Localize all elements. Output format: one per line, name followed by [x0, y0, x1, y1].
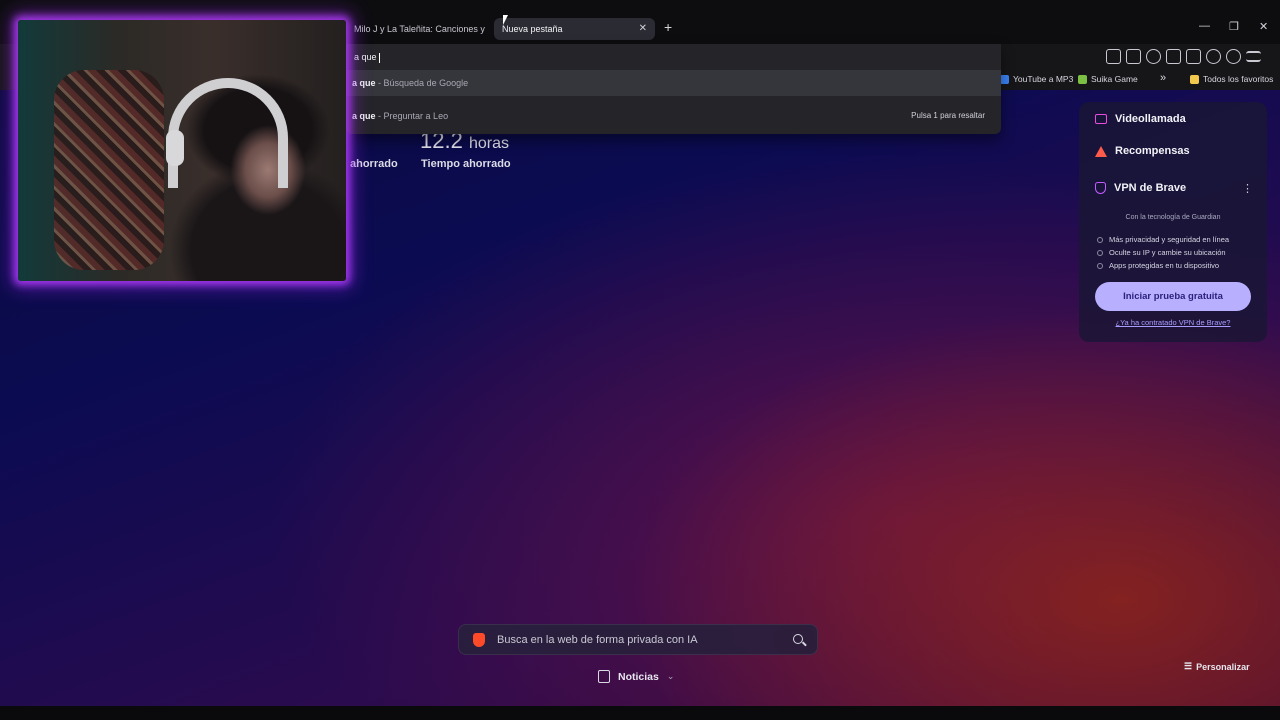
bookmark-favicon-icon	[1000, 74, 1009, 84]
vpn-title: VPN de Brave	[1114, 182, 1187, 194]
suggestion-ask-leo[interactable]: a que - Preguntar a Leo Pulsa 1 para res…	[346, 103, 1001, 129]
maximize-icon[interactable]: ❐	[1229, 20, 1239, 33]
video-camera-icon	[1095, 114, 1107, 124]
search-icon[interactable]	[793, 634, 803, 644]
vpn-feature-text: Más privacidad y seguridad en línea	[1109, 235, 1230, 244]
rewards-link[interactable]: Recompensas	[1095, 145, 1190, 157]
brave-side-panel: Videollamada Recompensas VPN de Brave ⋮ …	[1079, 102, 1267, 342]
media-icon[interactable]	[1146, 49, 1161, 64]
new-tab-icon[interactable]: +	[664, 19, 672, 35]
rewards-label: Recompensas	[1115, 145, 1190, 157]
omnibox-dropdown: a que a que - Búsqueda de Google a que -…	[346, 44, 1001, 134]
stat-label-time-saved: Tiempo ahorrado	[421, 158, 511, 170]
check-circle-icon	[1097, 249, 1103, 256]
vpn-shield-icon	[1095, 182, 1106, 194]
check-circle-icon	[1097, 262, 1103, 269]
address-bar-text: a que	[354, 52, 377, 62]
minimize-icon[interactable]: —	[1199, 20, 1210, 32]
address-bar-input[interactable]: a que	[346, 44, 1001, 70]
menu-icon[interactable]	[1246, 51, 1261, 62]
customize-button[interactable]: ☰ Personalizar	[1184, 661, 1250, 672]
tab-title: Milo J y La Taleñita: Canciones y Mon	[354, 24, 486, 34]
bookmark-all-favorites[interactable]: Todos los favoritos	[1190, 74, 1273, 84]
videocall-label: Videollamada	[1115, 113, 1186, 125]
time-saved-unit: horas	[468, 135, 509, 152]
vpn-header: VPN de Brave	[1095, 182, 1186, 194]
vpn-feature: Apps protegidas en tu dispositivo	[1097, 261, 1219, 270]
list-icon: ☰	[1184, 661, 1193, 671]
bookmark-youtube-mp3[interactable]: YouTube a MP3	[1000, 74, 1073, 84]
stat-label-saved: ahorrado	[350, 158, 398, 170]
bookmark-suika-game[interactable]: Suika Game	[1078, 74, 1138, 84]
bookmark-label: YouTube a MP3	[1013, 74, 1074, 84]
newspaper-icon	[598, 670, 610, 683]
rewards-triangle-icon	[1095, 145, 1107, 157]
toolbar-icons	[1106, 49, 1261, 64]
vpn-powered-by: Con la tecnología de Guardian	[1125, 214, 1221, 221]
headphones	[168, 78, 288, 188]
suggestion-query: a que	[352, 111, 376, 121]
vpn-feature-text: Apps protegidas en tu dispositivo	[1109, 261, 1220, 270]
chevron-down-icon: ⌄	[666, 671, 675, 681]
mouse-cursor-icon	[503, 15, 508, 25]
suggestion-query: a que	[352, 78, 376, 88]
text-caret	[378, 52, 380, 63]
private-search-box	[458, 624, 818, 655]
wallet-icon[interactable]	[1186, 49, 1201, 64]
customize-label: Personalizar	[1196, 661, 1250, 672]
videocall-link[interactable]: Videollamada	[1095, 113, 1186, 125]
close-tab-icon[interactable]: ✕	[639, 18, 647, 40]
screenshot-icon[interactable]	[1126, 49, 1141, 64]
vpn-feature: Más privacidad y seguridad en línea	[1097, 235, 1229, 244]
vpn-feature-text: Oculte su IP y cambie su ubicación	[1109, 248, 1226, 257]
search-input[interactable]	[497, 631, 777, 649]
brave-logo-icon	[473, 633, 485, 647]
suggestion-detail: - Búsqueda de Google	[378, 78, 469, 88]
headphone-cup	[166, 130, 184, 166]
check-circle-icon	[1097, 236, 1103, 243]
vpn-shield-icon[interactable]	[1226, 49, 1241, 64]
already-subscribed-link[interactable]: ¿Ya ha contratado VPN de Brave?	[1079, 318, 1267, 327]
folder-icon	[1190, 74, 1199, 84]
more-options-icon[interactable]: ⋮	[1242, 182, 1253, 195]
taskbar-strip	[0, 706, 1280, 720]
window-close-icon[interactable]: ✕	[1259, 20, 1268, 33]
tab-milo-j[interactable]: Milo J y La Taleñita: Canciones y Mon	[346, 18, 486, 40]
start-free-trial-button[interactable]: Iniciar prueba gratuita	[1095, 282, 1251, 311]
news-toggle[interactable]: Noticias ⌄	[598, 670, 674, 683]
vpn-feature: Oculte su IP y cambie su ubicación	[1097, 248, 1226, 257]
bookmarks-overflow-button[interactable]: »	[1160, 72, 1166, 84]
suggestion-detail: - Preguntar a Leo	[378, 111, 449, 121]
gaming-chair	[54, 70, 164, 270]
leo-ai-icon[interactable]	[1206, 49, 1221, 64]
webcam-overlay	[18, 20, 346, 281]
bookmark-label: Suika Game	[1091, 74, 1138, 84]
chevron-double-right-icon: »	[1160, 72, 1167, 84]
tab-title: Nueva pestaña	[502, 24, 563, 34]
suggestion-google-search[interactable]: a que - Búsqueda de Google	[346, 70, 1001, 96]
extensions-icon[interactable]	[1106, 49, 1121, 64]
suggestion-hint: Pulsa 1 para resaltar	[911, 111, 985, 120]
news-label: Noticias	[618, 670, 659, 683]
bookmark-label: Todos los favoritos	[1203, 74, 1274, 84]
bookmark-favicon-icon	[1078, 74, 1087, 84]
tab-new-tab[interactable]: Nueva pestaña ✕	[494, 18, 655, 40]
sidebar-icon[interactable]	[1166, 49, 1181, 64]
